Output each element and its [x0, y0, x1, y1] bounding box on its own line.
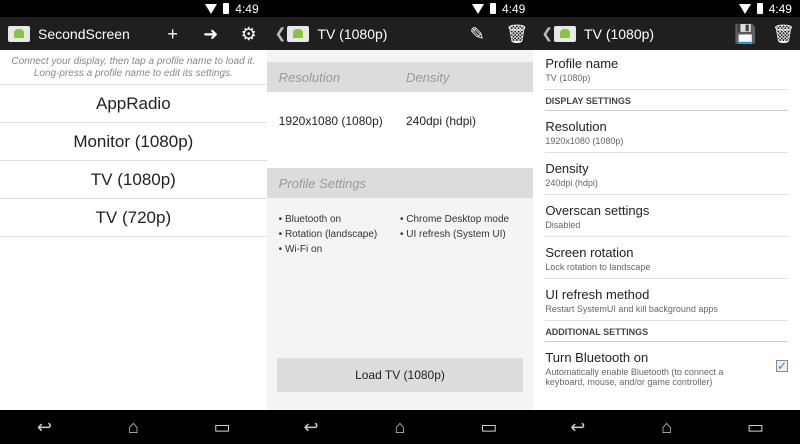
status-time: 4:49 — [501, 1, 526, 16]
nav-bar: ↩ ⌂ ▭ — [266, 410, 534, 444]
status-time: 4:49 — [235, 1, 259, 16]
trash-icon[interactable]: 🗑 — [772, 24, 795, 44]
gear-icon[interactable]: ⚙ — [239, 24, 259, 44]
screens: 4:49 SecondScreen + ➜ ⚙ Connect your dis… — [0, 0, 800, 444]
pencil-icon[interactable]: ✎ — [467, 24, 487, 44]
setting-overscan[interactable]: Overscan settings Disabled — [545, 195, 788, 237]
wifi-icon — [738, 3, 751, 14]
nav-bar: ↩ ⌂ ▭ — [0, 410, 267, 444]
specs-header: Resolution Density — [266, 62, 534, 92]
setting-ui-refresh[interactable]: UI refresh method Restart SystemUI and k… — [545, 279, 788, 321]
setting-title: UI refresh method — [545, 287, 650, 302]
profile-settings-header: Profile Settings — [266, 168, 534, 198]
app-icon[interactable] — [287, 25, 310, 42]
setting-value: Restart SystemUI and kill background app… — [545, 304, 718, 314]
profile-title: TV (1080p) — [584, 25, 655, 42]
home-nav-icon[interactable]: ⌂ — [380, 417, 420, 438]
setting-profile-name[interactable]: Profile name TV (1080p) — [545, 50, 788, 90]
status-bar: 4:49 — [533, 0, 800, 17]
setting-bullet: Rotation (landscape) — [279, 227, 400, 242]
setting-title: Turn Bluetooth on — [545, 350, 649, 365]
recents-nav-icon[interactable]: ▭ — [202, 417, 242, 438]
app-icon[interactable] — [554, 25, 577, 42]
resolution-label: Resolution — [278, 69, 341, 85]
setting-rotation[interactable]: Screen rotation Lock rotation to landsca… — [545, 237, 788, 279]
setting-value: Lock rotation to landscape — [545, 262, 651, 272]
battery-icon — [489, 3, 496, 14]
setting-bluetooth[interactable]: Turn Bluetooth on Automatically enable B… — [545, 342, 788, 393]
setting-value: 240dpi (hdpi) — [545, 178, 598, 188]
home-nav-icon[interactable]: ⌂ — [113, 417, 153, 438]
density-label: Density — [405, 69, 450, 85]
instruction-hint: Connect your display, then tap a profile… — [0, 50, 267, 85]
status-bar: 4:49 — [0, 0, 267, 17]
profile-settings-label: Profile Settings — [278, 175, 367, 191]
status-bar: 4:49 — [266, 0, 534, 17]
setting-bullet: UI refresh (System UI) — [400, 227, 521, 242]
setting-value: Automatically enable Bluetooth (to conne… — [545, 367, 724, 387]
density-value: 240dpi (hdpi) — [405, 114, 477, 128]
setting-value: 1920x1080 (1080p) — [545, 136, 624, 146]
app-icon — [8, 25, 30, 42]
wifi-icon — [471, 3, 484, 14]
profile-item-tv-720p[interactable]: TV (720p) — [0, 199, 267, 237]
profile-title: TV (1080p) — [317, 25, 388, 42]
screen-profile-list: 4:49 SecondScreen + ➜ ⚙ Connect your dis… — [0, 0, 267, 444]
setting-title: Overscan settings — [545, 203, 650, 218]
action-bar: ❮ TV (1080p) 💾 🗑 — [533, 17, 800, 50]
bluetooth-checkbox[interactable]: ✓ — [775, 360, 788, 372]
category-display-settings: DISPLAY SETTINGS — [545, 90, 788, 111]
back-nav-icon[interactable]: ↩ — [24, 417, 64, 438]
setting-title: Screen rotation — [545, 245, 634, 260]
setting-bullet: Wi-Fi on — [279, 242, 400, 257]
recents-nav-icon[interactable]: ▭ — [469, 417, 509, 438]
setting-bullet: Bluetooth on — [279, 212, 400, 227]
action-bar: SecondScreen + ➜ ⚙ — [0, 17, 267, 50]
setting-title: Resolution — [545, 119, 607, 134]
battery-icon — [756, 3, 763, 14]
setting-resolution[interactable]: Resolution 1920x1080 (1080p) — [545, 111, 788, 153]
setting-value: TV (1080p) — [545, 73, 591, 83]
profile-item-monitor-1080p[interactable]: Monitor (1080p) — [0, 123, 267, 161]
recents-nav-icon[interactable]: ▭ — [736, 417, 776, 438]
specs-values: 1920x1080 (1080p) 240dpi (hdpi) — [266, 92, 534, 168]
save-icon[interactable]: 💾 — [734, 24, 756, 44]
app-title: SecondScreen — [38, 25, 130, 42]
setting-value: Disabled — [545, 220, 581, 230]
up-chevron-icon[interactable]: ❮ — [275, 25, 287, 42]
screen-profile-edit: 4:49 ❮ TV (1080p) 💾 🗑 Profile name TV (1… — [533, 0, 800, 444]
forward-icon[interactable]: ➜ — [201, 24, 221, 44]
setting-density[interactable]: Density 240dpi (hdpi) — [545, 153, 788, 195]
add-icon[interactable]: + — [163, 24, 183, 44]
screen-profile-detail: 4:49 ❮ TV (1080p) ✎ 🗑 Resolution Density… — [266, 0, 534, 444]
category-additional-settings: ADDITIONAL SETTINGS — [545, 321, 788, 342]
setting-title: Density — [545, 161, 589, 176]
profile-item-appradio[interactable]: AppRadio — [0, 85, 267, 123]
nav-bar: ↩ ⌂ ▭ — [533, 410, 800, 444]
settings-list: Profile name TV (1080p) DISPLAY SETTINGS… — [533, 50, 800, 393]
load-profile-button[interactable]: Load TV (1080p) — [276, 358, 524, 392]
home-nav-icon[interactable]: ⌂ — [647, 417, 687, 438]
back-nav-icon[interactable]: ↩ — [558, 417, 598, 438]
action-bar: ❮ TV (1080p) ✎ 🗑 — [266, 17, 534, 50]
profile-item-tv-1080p[interactable]: TV (1080p) — [0, 161, 267, 199]
up-chevron-icon[interactable]: ❮ — [541, 25, 553, 42]
back-nav-icon[interactable]: ↩ — [291, 417, 331, 438]
battery-icon — [223, 3, 230, 14]
setting-bullet: Chrome Desktop mode — [400, 212, 521, 227]
resolution-value: 1920x1080 (1080p) — [278, 114, 383, 128]
status-time: 4:49 — [768, 1, 792, 16]
setting-title: Profile name — [545, 56, 619, 71]
profile-settings-list: Bluetooth on Rotation (landscape) Wi-Fi … — [267, 198, 534, 257]
wifi-icon — [205, 3, 218, 14]
trash-icon[interactable]: 🗑 — [505, 24, 528, 44]
